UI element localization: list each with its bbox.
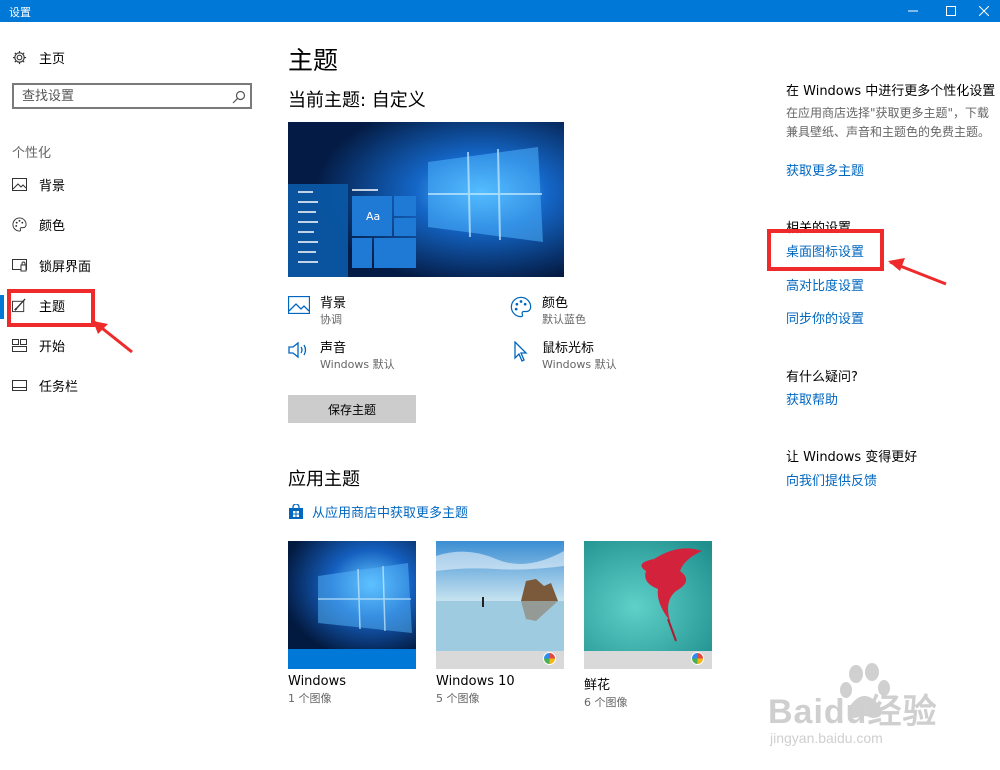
sidebar-item-label: 背景	[39, 178, 66, 194]
theme-preview-image: Aa	[288, 122, 564, 277]
category-label: 个性化	[12, 146, 52, 161]
sync-settings-link[interactable]: 同步你的设置	[786, 308, 864, 327]
attribute-name: 背景	[320, 296, 347, 311]
cursor-icon	[510, 340, 534, 365]
attribute-value: 协调	[320, 313, 342, 326]
attribute-background[interactable]: 背景 协调	[287, 295, 347, 328]
store-bag-icon	[288, 502, 304, 520]
accent-color-icon	[691, 652, 704, 665]
annotation-arrow-icon	[92, 319, 133, 354]
gear-icon	[11, 49, 27, 65]
lock-screen-icon	[11, 257, 27, 273]
speaker-icon	[288, 341, 312, 365]
theme-tile-flowers[interactable]: 鲜花 6 个图像	[584, 541, 712, 710]
theme-image-count: 5 个图像	[436, 692, 480, 705]
theme-thumbnail	[288, 541, 416, 669]
theme-name: 鲜花	[584, 678, 611, 693]
attribute-name: 颜色	[542, 296, 569, 311]
attribute-value: Windows 默认	[320, 358, 395, 371]
search-box[interactable]	[12, 83, 252, 109]
svg-text:Aa: Aa	[366, 210, 380, 223]
accent-color-icon	[543, 652, 556, 665]
attribute-sound[interactable]: 声音 Windows 默认	[288, 341, 395, 373]
minimize-button[interactable]	[893, 0, 933, 22]
high-contrast-link[interactable]: 高对比度设置	[786, 275, 864, 294]
personalize-description: 在应用商店选择"获取更多主题"，下载兼具壁纸、声音和主题色的免费主题。	[786, 106, 991, 139]
question-heading: 有什么疑问?	[786, 370, 858, 385]
personalize-heading: 在 Windows 中进行更多个性化设置	[786, 84, 996, 99]
theme-tile-windows-10[interactable]: Windows 10 5 个图像	[436, 541, 564, 706]
watermark-url: jingyan.baidu.com	[770, 730, 883, 746]
theme-image-count: 6 个图像	[584, 696, 628, 709]
baidu-watermark: Baidu经验 jingyan.baidu.com	[768, 660, 988, 752]
get-help-link[interactable]: 获取帮助	[786, 389, 838, 408]
close-icon	[979, 6, 989, 16]
attribute-value: 默认蓝色	[542, 313, 586, 326]
store-link-label: 从应用商店中获取更多主题	[312, 506, 469, 521]
taskbar-icon	[11, 377, 27, 393]
sidebar-item-label: 颜色	[39, 218, 66, 234]
sidebar-item-colors[interactable]: 颜色	[11, 212, 65, 236]
page-title: 主题	[288, 46, 339, 75]
sidebar-item-lock-screen[interactable]: 锁屏界面	[11, 253, 91, 277]
search-icon[interactable]	[232, 89, 246, 108]
theme-thumbnail	[584, 541, 712, 669]
palette-icon	[510, 296, 534, 320]
attribute-color[interactable]: 颜色 默认蓝色	[510, 296, 586, 328]
start-menu-icon	[11, 337, 27, 353]
close-button[interactable]	[964, 0, 1000, 22]
minimize-icon	[908, 10, 918, 12]
improve-windows-heading: 让 Windows 变得更好	[786, 450, 918, 465]
attribute-name: 鼠标光标	[542, 341, 595, 356]
feedback-link[interactable]: 向我们提供反馈	[786, 470, 877, 489]
theme-tile-windows[interactable]: Windows 1 个图像	[288, 541, 416, 706]
current-theme-heading: 当前主题: 自定义	[288, 90, 426, 111]
title-bar: 设置	[0, 0, 1000, 22]
save-theme-button[interactable]: 保存主题	[288, 395, 416, 423]
theme-preview: Aa	[288, 122, 564, 277]
picture-icon	[287, 295, 312, 320]
sidebar-home-label: 主页	[39, 51, 66, 67]
attribute-cursor[interactable]: 鼠标光标 Windows 默认	[510, 340, 617, 373]
get-more-themes-link[interactable]: 获取更多主题	[786, 160, 864, 179]
theme-image-count: 1 个图像	[288, 692, 332, 705]
watermark-brand: Baidu经验	[768, 693, 938, 731]
sidebar-item-background[interactable]: 背景	[11, 172, 65, 196]
store-link[interactable]: 从应用商店中获取更多主题	[288, 502, 468, 521]
apply-theme-heading: 应用主题	[288, 469, 360, 490]
sidebar-home[interactable]: 主页	[11, 45, 65, 69]
annotation-box-themes	[7, 289, 95, 327]
search-input[interactable]	[22, 88, 222, 104]
sidebar-item-label: 任务栏	[39, 379, 79, 395]
palette-icon	[11, 216, 27, 232]
window-title: 设置	[9, 6, 31, 19]
theme-name: Windows	[288, 674, 347, 689]
theme-thumbnail	[436, 541, 564, 669]
theme-name: Windows 10	[436, 674, 515, 689]
maximize-icon	[946, 6, 956, 16]
sidebar-item-label: 开始	[39, 339, 66, 355]
sidebar-item-start[interactable]: 开始	[11, 333, 65, 357]
annotation-box-desktop-icons	[767, 229, 884, 271]
sidebar-item-label: 锁屏界面	[39, 259, 92, 275]
attribute-value: Windows 默认	[542, 358, 617, 371]
sidebar-item-taskbar[interactable]: 任务栏	[11, 373, 78, 397]
picture-icon	[11, 176, 27, 192]
annotation-arrow-icon	[888, 258, 947, 286]
selection-indicator	[0, 295, 4, 319]
attribute-name: 声音	[320, 341, 347, 356]
